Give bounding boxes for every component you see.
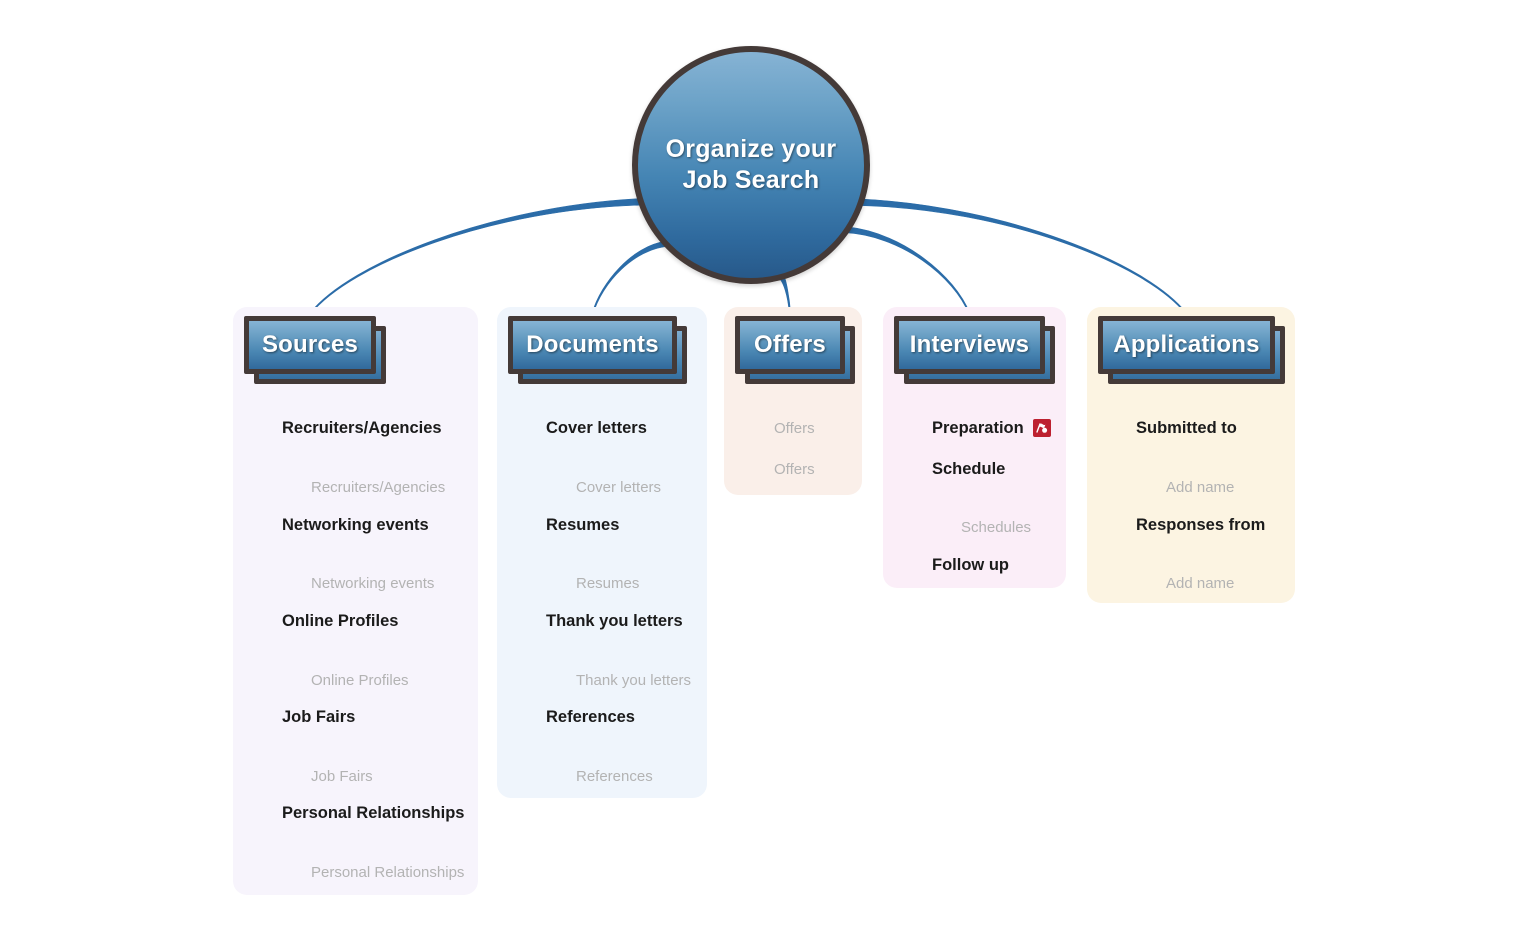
tree-item-sources-1[interactable]: Recruiters/Agencies [311, 476, 445, 498]
tree-item-documents-3[interactable]: Resumes [576, 572, 639, 594]
tree-item-label: Job Fairs [282, 707, 356, 726]
tree-item-applications-0[interactable]: Submitted to [1136, 417, 1237, 439]
tree-item-interviews-0[interactable]: Preparation [932, 417, 1051, 439]
branch-header-interviews[interactable]: Interviews [894, 316, 1055, 384]
tree-item-placeholder-label: Offers [774, 419, 815, 437]
tree-item-placeholder-label: Add name [1166, 574, 1235, 592]
central-node-line2: Job Search [682, 166, 820, 194]
tree-item-placeholder-label: Personal Relationships [311, 863, 465, 881]
tree-item-label: Follow up [932, 555, 1009, 574]
branch-header-face: Sources [244, 316, 376, 374]
tree-item-placeholder-label: Cover letters [576, 478, 662, 496]
tree-item-placeholder-label: Online Profiles [311, 671, 409, 689]
tree-item-label: Preparation [932, 418, 1024, 437]
branch-header-documents[interactable]: Documents [508, 316, 687, 384]
central-node[interactable]: Organize your Job Search [632, 46, 870, 284]
tree-item-label: Cover letters [546, 418, 647, 437]
tree-item-placeholder-label: Offers [774, 460, 815, 478]
tree-item-documents-4[interactable]: Thank you letters [546, 610, 683, 632]
tree-item-offers-1[interactable]: Offers [774, 458, 815, 480]
tree-item-documents-7[interactable]: References [576, 765, 653, 787]
branch-header-face: Interviews [894, 316, 1045, 374]
priority-flag-icon[interactable] [1032, 419, 1051, 437]
central-node-label: Organize your Job Search [666, 134, 837, 196]
branch-header-label: Applications [1113, 331, 1260, 358]
tree-item-sources-7[interactable]: Job Fairs [311, 765, 373, 787]
tree-item-documents-2[interactable]: Resumes [546, 514, 619, 536]
main-connector-sources [309, 198, 644, 316]
branch-header-face: Offers [735, 316, 845, 374]
tree-item-label: References [546, 707, 635, 726]
tree-item-placeholder-label: References [576, 767, 653, 785]
tree-item-sources-5[interactable]: Online Profiles [311, 669, 409, 691]
tree-item-placeholder-label: Add name [1166, 478, 1235, 496]
branch-header-label: Sources [261, 331, 359, 358]
tree-item-sources-4[interactable]: Online Profiles [282, 610, 398, 632]
tree-item-offers-0[interactable]: Offers [774, 417, 815, 439]
tree-item-sources-3[interactable]: Networking events [311, 572, 434, 594]
branch-header-label: Documents [526, 331, 659, 358]
tree-item-placeholder-label: Schedules [961, 518, 1032, 536]
main-connector-interviews [843, 226, 971, 316]
branch-header-label: Interviews [909, 331, 1030, 358]
tree-item-label: Schedule [932, 459, 1006, 478]
tree-item-label: Thank you letters [546, 611, 683, 630]
tree-item-label: Networking events [282, 515, 429, 534]
tree-item-sources-8[interactable]: Personal Relationships [282, 802, 464, 824]
central-node-line1: Organize your [665, 135, 837, 163]
tree-item-sources-6[interactable]: Job Fairs [282, 706, 355, 728]
branch-header-face: Applications [1098, 316, 1275, 374]
mindmap-canvas: Organize your Job Search Sources Recruite… [0, 0, 1536, 950]
main-connector-applications [858, 198, 1188, 316]
branch-header-label: Offers [754, 331, 826, 358]
tree-item-label: Online Profiles [282, 611, 399, 630]
tree-item-applications-1[interactable]: Add name [1166, 476, 1234, 498]
main-connector-documents [591, 240, 671, 316]
tree-item-documents-1[interactable]: Cover letters [576, 476, 661, 498]
branch-header-applications[interactable]: Applications [1098, 316, 1285, 384]
tree-item-placeholder-label: Networking events [311, 574, 435, 592]
tree-item-applications-3[interactable]: Add name [1166, 572, 1234, 594]
tree-item-label: Personal Relationships [282, 803, 465, 822]
tree-item-documents-0[interactable]: Cover letters [546, 417, 647, 439]
tree-item-placeholder-label: Recruiters/Agencies [311, 478, 446, 496]
tree-item-label: Submitted to [1136, 418, 1237, 437]
tree-item-sources-9[interactable]: Personal Relationships [311, 861, 464, 883]
tree-item-interviews-1[interactable]: Schedule [932, 458, 1005, 480]
tree-item-label: Resumes [546, 515, 620, 534]
branch-header-offers[interactable]: Offers [735, 316, 855, 384]
tree-item-interviews-3[interactable]: Follow up [932, 554, 1009, 576]
tree-item-label: Responses from [1136, 515, 1266, 534]
branch-header-sources[interactable]: Sources [244, 316, 386, 384]
tree-item-label: Recruiters/Agencies [282, 418, 442, 437]
tree-item-placeholder-label: Job Fairs [311, 767, 373, 785]
tree-item-placeholder-label: Resumes [576, 574, 640, 592]
tree-item-documents-5[interactable]: Thank you letters [576, 669, 691, 691]
tree-item-documents-6[interactable]: References [546, 706, 635, 728]
tree-item-sources-2[interactable]: Networking events [282, 514, 429, 536]
tree-item-placeholder-label: Thank you letters [576, 671, 692, 689]
tree-item-applications-2[interactable]: Responses from [1136, 514, 1265, 536]
branch-header-face: Documents [508, 316, 677, 374]
tree-item-sources-0[interactable]: Recruiters/Agencies [282, 417, 442, 439]
tree-item-interviews-2[interactable]: Schedules [961, 516, 1031, 538]
